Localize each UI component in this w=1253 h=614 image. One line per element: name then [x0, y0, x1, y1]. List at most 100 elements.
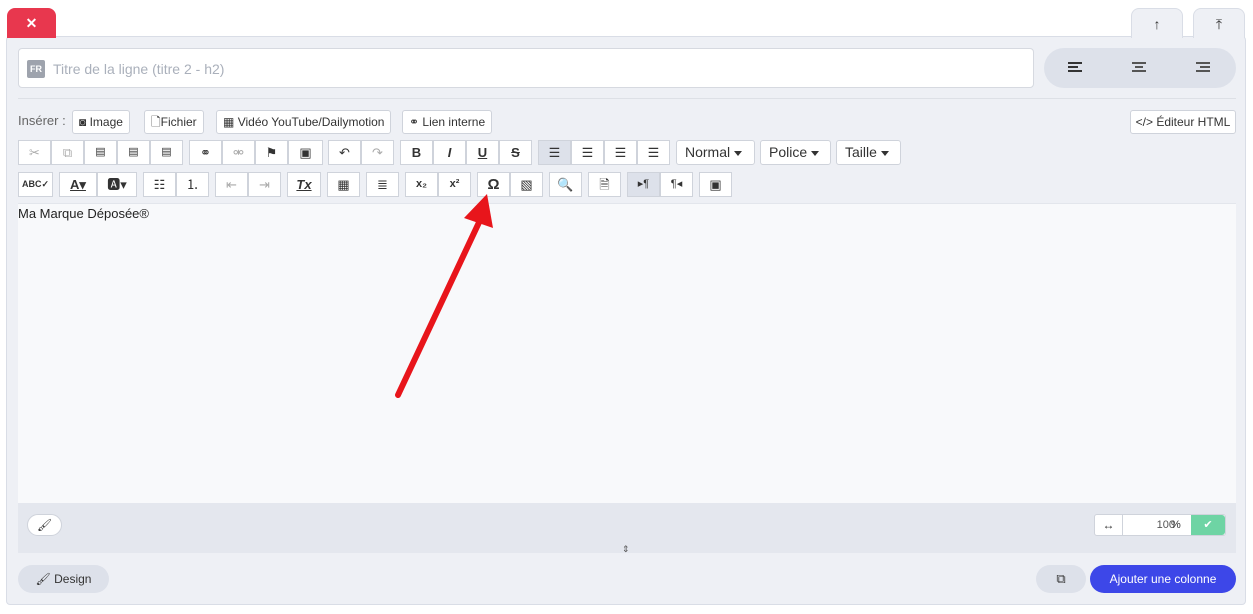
insert-internal-link-button[interactable]: ⚭ Lien interne: [402, 110, 493, 134]
caret-down-icon: [811, 150, 820, 156]
redo-button[interactable]: ↷: [361, 140, 394, 165]
paste-icon: ▤: [95, 146, 106, 158]
language-badge: FR: [27, 60, 45, 78]
paste-text-button[interactable]: ▤: [117, 140, 150, 165]
justify-center-button[interactable]: ☰: [571, 140, 604, 165]
bg-color-button[interactable]: 🅰▾: [97, 172, 137, 197]
camera-icon: ◙: [79, 115, 87, 129]
arrow-to-top-icon: ⤒: [1215, 16, 1223, 32]
indent-icon: ⇥: [259, 177, 270, 192]
duplicate-icon: ⧉: [1056, 571, 1066, 586]
preview-button[interactable]: 🔍: [549, 172, 582, 197]
paste-word-icon: ▤: [161, 146, 172, 158]
film-icon: ▦: [223, 115, 235, 129]
template-icon: 🗎: [599, 177, 610, 192]
resize-handle-icon[interactable]: ⇕: [622, 544, 630, 555]
format-dropdown[interactable]: Normal: [676, 140, 755, 165]
outdent-icon: ⇤: [226, 177, 237, 192]
unlink-button[interactable]: ⚮: [222, 140, 255, 165]
numbered-list-icon: ⒈: [185, 177, 199, 192]
bold-icon: B: [411, 145, 422, 160]
remove-format-button[interactable]: Tx: [287, 172, 321, 197]
preview-icon: 🔍: [557, 177, 574, 192]
width-unit: %: [1171, 519, 1181, 531]
indent-button[interactable]: ⇥: [248, 172, 281, 197]
numbered-list-button[interactable]: ⒈: [176, 172, 209, 197]
insert-video-button[interactable]: ▦ Vidéo YouTube/Dailymotion: [216, 110, 392, 134]
add-column-button[interactable]: Ajouter une colonne: [1090, 565, 1236, 593]
move-up-tab[interactable]: ↑: [1131, 8, 1183, 38]
undo-button[interactable]: ↶: [328, 140, 361, 165]
align-left-icon[interactable]: [1068, 60, 1084, 76]
text-color-button[interactable]: A▾: [59, 172, 97, 197]
italic-button[interactable]: I: [433, 140, 466, 165]
width-arrows-icon[interactable]: ↔: [1095, 515, 1123, 535]
align-right-icon[interactable]: [1196, 60, 1212, 76]
insert-file-button[interactable]: 🗋Fichier: [144, 110, 204, 134]
justify-right-button[interactable]: ☰: [604, 140, 637, 165]
font-dropdown[interactable]: Police: [760, 140, 831, 165]
underline-icon: U: [477, 145, 488, 160]
design-button[interactable]: 🖌 Design: [18, 565, 109, 593]
spellcheck-icon: ABC✓: [21, 179, 50, 189]
background-color-icon: 🅰▾: [107, 177, 127, 192]
caret-down-icon: [880, 150, 889, 156]
copy-button[interactable]: ⧉: [51, 140, 84, 165]
spellcheck-button[interactable]: ABC✓: [18, 172, 53, 197]
anchor-button[interactable]: ⚑: [255, 140, 288, 165]
arrow-up-icon: ↑: [1153, 16, 1161, 32]
align-left-icon: ☰: [548, 145, 561, 160]
ltr-button[interactable]: ▸¶: [627, 172, 660, 197]
maximize-button[interactable]: ▣: [699, 172, 732, 197]
insert-image-tool-button[interactable]: ▧: [510, 172, 543, 197]
justify-left-button[interactable]: ☰: [538, 140, 571, 165]
align-center-icon: ☰: [581, 145, 594, 160]
text-color-icon: A▾: [70, 177, 86, 192]
redo-icon: ↷: [372, 145, 383, 160]
code-icon: </>: [1135, 115, 1153, 129]
close-tab[interactable]: ✕: [7, 8, 56, 38]
style-brush-button[interactable]: 🖌: [27, 514, 62, 536]
link-icon: ⚭: [409, 115, 420, 129]
align-center-icon[interactable]: [1132, 60, 1148, 76]
html-editor-button[interactable]: </> Éditeur HTML: [1130, 110, 1236, 134]
strike-button[interactable]: S: [499, 140, 532, 165]
rich-text-editor[interactable]: Ma Marque Déposée®: [18, 203, 1236, 503]
copy-icon: ⧉: [62, 145, 73, 160]
underline-button[interactable]: U: [466, 140, 499, 165]
strikethrough-icon: S: [511, 145, 520, 160]
bulleted-list-icon: ☷: [153, 177, 166, 192]
insert-image-button[interactable]: ◙ Image: [72, 110, 130, 134]
paste-button[interactable]: ▤: [84, 140, 117, 165]
duplicate-button[interactable]: ⧉: [1036, 565, 1086, 593]
outdent-button[interactable]: ⇤: [215, 172, 248, 197]
text-direction-ltr-icon: ▸¶: [637, 178, 650, 190]
image-button[interactable]: ▣: [288, 140, 323, 165]
divider: [18, 98, 1236, 99]
apply-width-button[interactable]: ✔: [1191, 515, 1225, 535]
flag-icon: ⚑: [265, 145, 278, 160]
file-icon: 🗋: [151, 115, 161, 129]
table-button[interactable]: ▦: [327, 172, 360, 197]
cut-button[interactable]: ✂: [18, 140, 51, 165]
justify-block-button[interactable]: ☰: [637, 140, 670, 165]
templates-button[interactable]: 🗎: [588, 172, 621, 197]
align-right-icon: ☰: [614, 145, 627, 160]
bold-button[interactable]: B: [400, 140, 433, 165]
bulleted-list-button[interactable]: ☷: [143, 172, 176, 197]
line-title-input[interactable]: [51, 57, 1015, 81]
line-title-field[interactable]: FR: [18, 48, 1034, 88]
rtl-button[interactable]: ¶◂: [660, 172, 693, 197]
cut-icon: ✂: [29, 145, 40, 160]
paste-word-button[interactable]: ▤: [150, 140, 183, 165]
link-button[interactable]: ⚭: [189, 140, 222, 165]
text-direction-rtl-icon: ¶◂: [670, 178, 683, 190]
link-icon: ⚭: [200, 145, 211, 160]
size-dropdown[interactable]: Taille: [836, 140, 901, 165]
undo-icon: ↶: [339, 145, 350, 160]
image-edit-icon: ▧: [520, 177, 533, 192]
table-icon: ▦: [337, 177, 350, 192]
close-icon: ✕: [25, 15, 38, 31]
editor-content[interactable]: Ma Marque Déposée®: [18, 206, 149, 221]
move-top-tab[interactable]: ⤒: [1193, 8, 1245, 38]
